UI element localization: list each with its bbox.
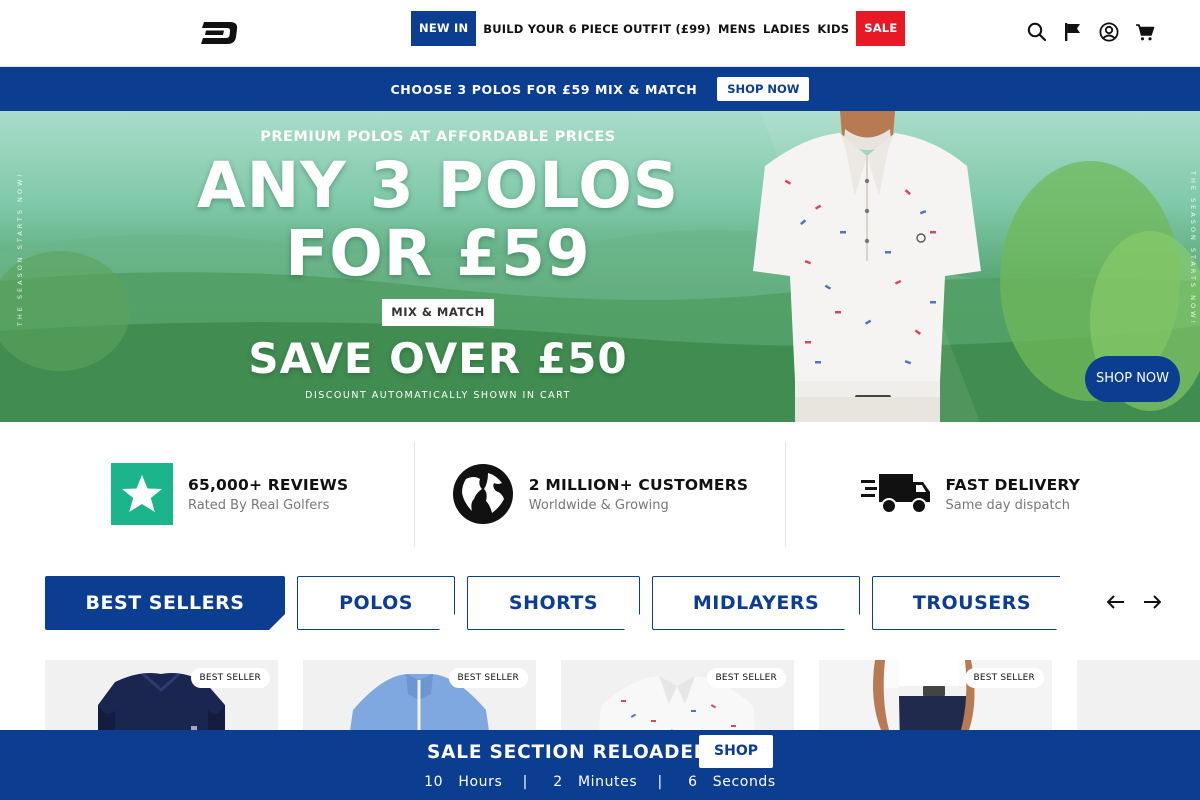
countdown-seconds-value: 6 bbox=[688, 774, 698, 790]
trust-delivery-subtitle: Same day dispatch bbox=[945, 497, 1070, 513]
hero-model-image bbox=[753, 111, 981, 422]
hero-mix-match-badge: MIX & MATCH bbox=[382, 299, 494, 326]
account-icon[interactable] bbox=[1098, 20, 1120, 44]
nav-ladies[interactable]: LADIES bbox=[763, 22, 810, 36]
countdown-hours-value: 10 bbox=[424, 774, 444, 790]
hero-banner[interactable]: PREMIUM POLOS AT AFFORDABLE PRICES ANY 3… bbox=[0, 111, 1200, 422]
trust-delivery-title: FAST DELIVERY bbox=[945, 475, 1081, 494]
brand-logo[interactable] bbox=[200, 20, 240, 46]
site-header: NEW IN BUILD YOUR 6 PIECE OUTFIT (£99) M… bbox=[0, 0, 1200, 67]
sale-shop-button[interactable]: SHOP bbox=[699, 735, 773, 768]
trust-delivery: FAST DELIVERY Same day dispatch bbox=[786, 442, 1155, 546]
tab-shorts[interactable]: SHORTS bbox=[467, 576, 640, 630]
hero-vertical-text-left: THE SEASON STARTS NOW! bbox=[16, 171, 24, 327]
trust-customers-title: 2 MILLION+ CUSTOMERS bbox=[528, 475, 749, 494]
best-seller-badge: BEST SELLER bbox=[706, 668, 786, 688]
nav-new-in[interactable]: NEW IN bbox=[411, 11, 477, 46]
countdown-separator: | bbox=[522, 774, 528, 790]
flag-icon[interactable] bbox=[1062, 20, 1084, 44]
product-card[interactable]: BEST SELLER bbox=[561, 660, 794, 730]
header-icons bbox=[1026, 20, 1156, 44]
trust-row: 65,000+ REVIEWS Rated By Real Golfers 2 … bbox=[45, 442, 1155, 546]
truck-icon bbox=[860, 463, 931, 525]
best-seller-badge: BEST SELLER bbox=[190, 668, 270, 688]
nav-kids[interactable]: KIDS bbox=[817, 22, 849, 36]
product-card[interactable]: BEST SELLER bbox=[819, 660, 1052, 730]
tab-midlayers[interactable]: MIDLAYERS bbox=[652, 576, 860, 630]
countdown-minutes-value: 2 bbox=[553, 774, 563, 790]
hero-tagline: PREMIUM POLOS AT AFFORDABLE PRICES bbox=[260, 129, 616, 145]
best-seller-badge: BEST SELLER bbox=[964, 668, 1044, 688]
arrow-right-icon[interactable] bbox=[1140, 590, 1164, 614]
trust-reviews-title: 65,000+ REVIEWS bbox=[187, 475, 349, 494]
tab-best-sellers[interactable]: BEST SELLERS bbox=[45, 576, 285, 630]
arrow-left-icon[interactable] bbox=[1104, 590, 1128, 614]
nav-mens[interactable]: MENS bbox=[718, 22, 756, 36]
countdown-hours-label: Hours bbox=[458, 774, 503, 790]
hero-save-text: SAVE OVER £50 bbox=[248, 334, 628, 383]
hero-discount-note: DISCOUNT AUTOMATICALLY SHOWN IN CART bbox=[305, 390, 571, 401]
product-carousel: BEST SELLER BEST SELLER BEST SELLER BEST… bbox=[45, 660, 1200, 730]
promo-text: CHOOSE 3 POLOS FOR £59 MIX & MATCH bbox=[390, 81, 698, 97]
countdown-seconds-label: Seconds bbox=[712, 774, 776, 790]
category-tabs: BEST SELLERS POLOS SHORTS MIDLAYERS TROU… bbox=[45, 576, 1060, 630]
sale-countdown-bar: SALE SECTION RELOADED SHOP 10 Hours | 2 … bbox=[0, 730, 1200, 800]
countdown-timer: 10 Hours | 2 Minutes | 6 Seconds bbox=[0, 774, 1200, 790]
promo-shop-now-button[interactable]: SHOP NOW bbox=[717, 77, 810, 101]
tab-trousers[interactable]: TROUSERS bbox=[872, 576, 1060, 630]
search-icon[interactable] bbox=[1026, 20, 1048, 44]
trust-reviews: 65,000+ REVIEWS Rated By Real Golfers bbox=[45, 442, 416, 546]
trust-reviews-subtitle: Rated By Real Golfers bbox=[187, 497, 330, 513]
best-seller-badge: BEST SELLER bbox=[448, 668, 528, 688]
sale-title: SALE SECTION RELOADED bbox=[427, 742, 710, 763]
nav-sale[interactable]: SALE bbox=[856, 11, 906, 46]
cart-icon[interactable] bbox=[1134, 20, 1156, 44]
trust-customers: 2 MILLION+ CUSTOMERS Worldwide & Growing bbox=[415, 442, 786, 546]
trust-customers-subtitle: Worldwide & Growing bbox=[528, 497, 669, 513]
product-card[interactable]: BEST SELLER bbox=[303, 660, 536, 730]
product-card[interactable] bbox=[1077, 660, 1200, 730]
countdown-minutes-label: Minutes bbox=[577, 774, 638, 790]
page: NEW IN BUILD YOUR 6 PIECE OUTFIT (£99) M… bbox=[0, 0, 1200, 800]
hero-vertical-text-right: THE SEASON STARTS NOW! bbox=[1189, 171, 1197, 327]
hero-shop-now-button[interactable]: SHOP NOW bbox=[1085, 356, 1180, 402]
globe-icon bbox=[452, 463, 514, 525]
hero-headline-2: FOR £59 bbox=[285, 217, 591, 290]
main-nav: NEW IN BUILD YOUR 6 PIECE OUTFIT (£99) M… bbox=[411, 11, 906, 46]
countdown-separator: | bbox=[657, 774, 663, 790]
star-icon bbox=[110, 463, 173, 525]
nav-build-outfit[interactable]: BUILD YOUR 6 PIECE OUTFIT (£99) bbox=[483, 22, 711, 36]
product-card[interactable]: BEST SELLER bbox=[45, 660, 278, 730]
promo-bar: CHOOSE 3 POLOS FOR £59 MIX & MATCH SHOP … bbox=[0, 67, 1200, 111]
tab-polos[interactable]: POLOS bbox=[297, 576, 455, 630]
hero-headline-1: ANY 3 POLOS bbox=[196, 149, 680, 222]
